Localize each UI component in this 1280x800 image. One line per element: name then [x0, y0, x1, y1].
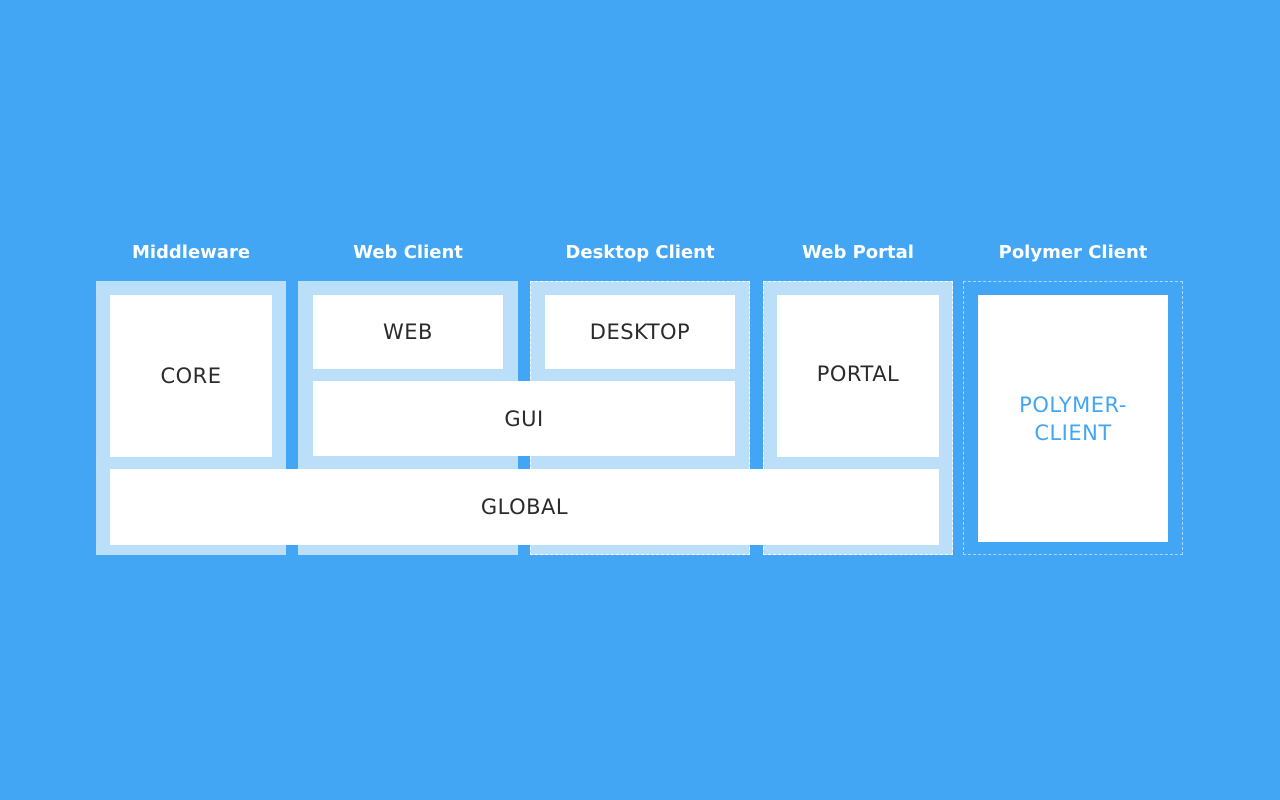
- module-global: GLOBAL: [110, 469, 939, 545]
- header-desktop-client: Desktop Client: [565, 242, 715, 263]
- module-polymer-client: POLYMER- CLIENT: [978, 295, 1168, 542]
- module-global-label: GLOBAL: [480, 495, 569, 519]
- module-gui: GUI: [313, 381, 735, 456]
- header-middleware: Middleware: [131, 242, 251, 263]
- module-polymer-label-line2: CLIENT: [1034, 420, 1112, 445]
- module-core: CORE: [110, 295, 272, 457]
- module-portal: PORTAL: [777, 295, 939, 457]
- module-core-label: CORE: [160, 364, 222, 388]
- module-web: WEB: [313, 295, 503, 369]
- header-polymer-client: Polymer Client: [998, 242, 1148, 263]
- header-web-portal: Web Portal: [802, 242, 914, 263]
- module-portal-label: PORTAL: [816, 362, 900, 386]
- header-web-client: Web Client: [353, 242, 463, 263]
- module-gui-label: GUI: [504, 406, 544, 431]
- module-desktop-label: DESKTOP: [589, 320, 691, 344]
- module-web-label: WEB: [383, 320, 433, 344]
- module-polymer-label-line1: POLYMER-: [1019, 392, 1127, 417]
- module-desktop: DESKTOP: [545, 295, 735, 369]
